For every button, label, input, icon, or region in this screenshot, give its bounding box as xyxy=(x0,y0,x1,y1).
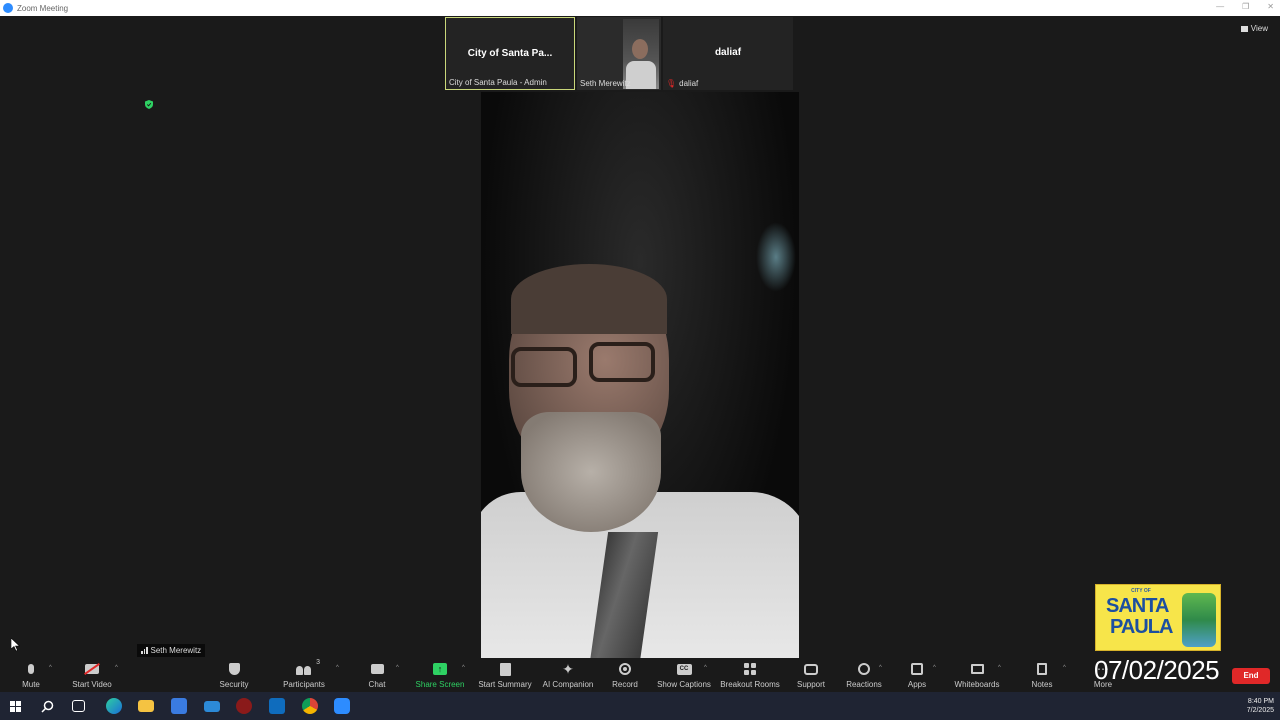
participants-icon xyxy=(296,664,312,675)
meeting-toolbar: Mute ^ Start Video ^ Security 3 Particip… xyxy=(0,658,1280,692)
summary-doc-icon xyxy=(499,662,511,676)
mail-icon[interactable] xyxy=(204,701,220,712)
app-icon[interactable] xyxy=(236,698,252,714)
thumbnail-display-name: daliaf xyxy=(714,47,742,58)
support-icon xyxy=(804,663,818,675)
logo-paula-text: PAULA xyxy=(1110,616,1173,638)
signal-strength-icon xyxy=(141,647,148,654)
thumbnail-label: Seth Merewitz xyxy=(580,79,631,88)
participants-button[interactable]: 3 Participants xyxy=(264,659,344,689)
security-button[interactable]: Security xyxy=(194,661,274,689)
view-button[interactable]: View xyxy=(1240,24,1268,33)
apps-caret-icon[interactable]: ^ xyxy=(933,665,936,671)
view-grid-icon xyxy=(1240,25,1248,32)
thumbnail-daliaf[interactable]: daliaf 🎙 daliaf xyxy=(663,17,793,90)
chat-caret-icon[interactable]: ^ xyxy=(396,665,399,671)
whiteboard-icon xyxy=(970,664,984,674)
thumbnail-label: City of Santa Paula - Admin xyxy=(449,78,547,87)
thumbnail-city-admin[interactable]: City of Santa Pa... City of Santa Paula … xyxy=(445,17,575,90)
video-off-icon xyxy=(84,663,100,675)
captions-caret-icon[interactable]: ^ xyxy=(704,665,707,671)
start-video-button[interactable]: Start Video xyxy=(52,661,132,689)
record-icon xyxy=(619,663,631,675)
restore-icon[interactable]: ❐ xyxy=(1242,2,1249,11)
clock-time: 8:40 PM xyxy=(1247,698,1274,705)
reactions-icon xyxy=(858,663,870,675)
minimize-icon[interactable]: — xyxy=(1216,2,1224,11)
clock-date: 7/2/2025 xyxy=(1246,707,1274,714)
window-controls: — ❐ ✕ xyxy=(1216,2,1274,11)
encryption-shield-icon[interactable] xyxy=(145,100,153,109)
zoom-taskbar-icon[interactable] xyxy=(334,698,350,714)
apps-icon xyxy=(911,663,923,675)
thumbnail-display-name: City of Santa Pa... xyxy=(467,48,553,59)
video-options-caret-icon[interactable]: ^ xyxy=(115,665,118,671)
search-icon[interactable] xyxy=(41,700,54,713)
thumbnail-seth[interactable]: Seth Merewitz xyxy=(577,17,661,90)
santa-paula-logo: CITY OF SANTA PAULA xyxy=(1095,584,1221,651)
security-shield-icon xyxy=(228,663,240,675)
participants-count: 3 xyxy=(316,659,320,666)
zoom-logo-icon xyxy=(3,3,13,13)
microphone-icon xyxy=(28,664,34,674)
view-label: View xyxy=(1250,24,1268,33)
participant-thumbnails: City of Santa Pa... City of Santa Paula … xyxy=(445,17,793,90)
share-arrow-icon: ↑ xyxy=(433,663,447,675)
logo-city-text: CITY OF xyxy=(1131,588,1151,594)
speaker-name: Seth Merewitz xyxy=(150,646,202,655)
date-overlay: 07/02/2025 xyxy=(1094,655,1220,685)
sparkle-icon: ✦ xyxy=(562,661,574,677)
window-titlebar: Zoom Meeting — ❐ ✕ xyxy=(0,0,1280,16)
logo-art-icon xyxy=(1182,593,1216,647)
file-explorer-icon[interactable] xyxy=(138,700,154,712)
chat-bubble-icon xyxy=(370,664,384,674)
speaker-name-tag: Seth Merewitz xyxy=(137,644,206,657)
captions-icon: CC xyxy=(676,663,692,675)
task-view-icon[interactable] xyxy=(72,700,85,712)
close-icon[interactable]: ✕ xyxy=(1267,2,1274,11)
store-icon[interactable] xyxy=(171,698,187,714)
speaker-video xyxy=(481,92,799,658)
window-title: Zoom Meeting xyxy=(17,3,69,13)
system-clock[interactable]: 8:40 PM 7/2/2025 xyxy=(1247,697,1274,715)
logo-santa-text: SANTA xyxy=(1106,595,1169,617)
end-meeting-button[interactable]: End xyxy=(1232,668,1270,684)
edge-browser-icon[interactable] xyxy=(106,698,122,714)
windows-start-icon[interactable] xyxy=(10,701,21,712)
outlook-icon[interactable] xyxy=(269,698,285,714)
thumbnail-label: daliaf xyxy=(679,79,699,88)
meeting-stage: View City of Santa Pa... City of Santa P… xyxy=(0,16,1280,658)
notes-icon xyxy=(1037,663,1047,675)
mouse-cursor-icon xyxy=(11,638,20,652)
chrome-icon[interactable] xyxy=(302,698,318,714)
windows-taskbar: 8:40 PM 7/2/2025 xyxy=(0,692,1280,720)
breakout-grid-icon xyxy=(744,663,756,675)
whiteboards-caret-icon[interactable]: ^ xyxy=(998,665,1001,671)
muted-mic-icon: 🎙 xyxy=(666,79,677,88)
